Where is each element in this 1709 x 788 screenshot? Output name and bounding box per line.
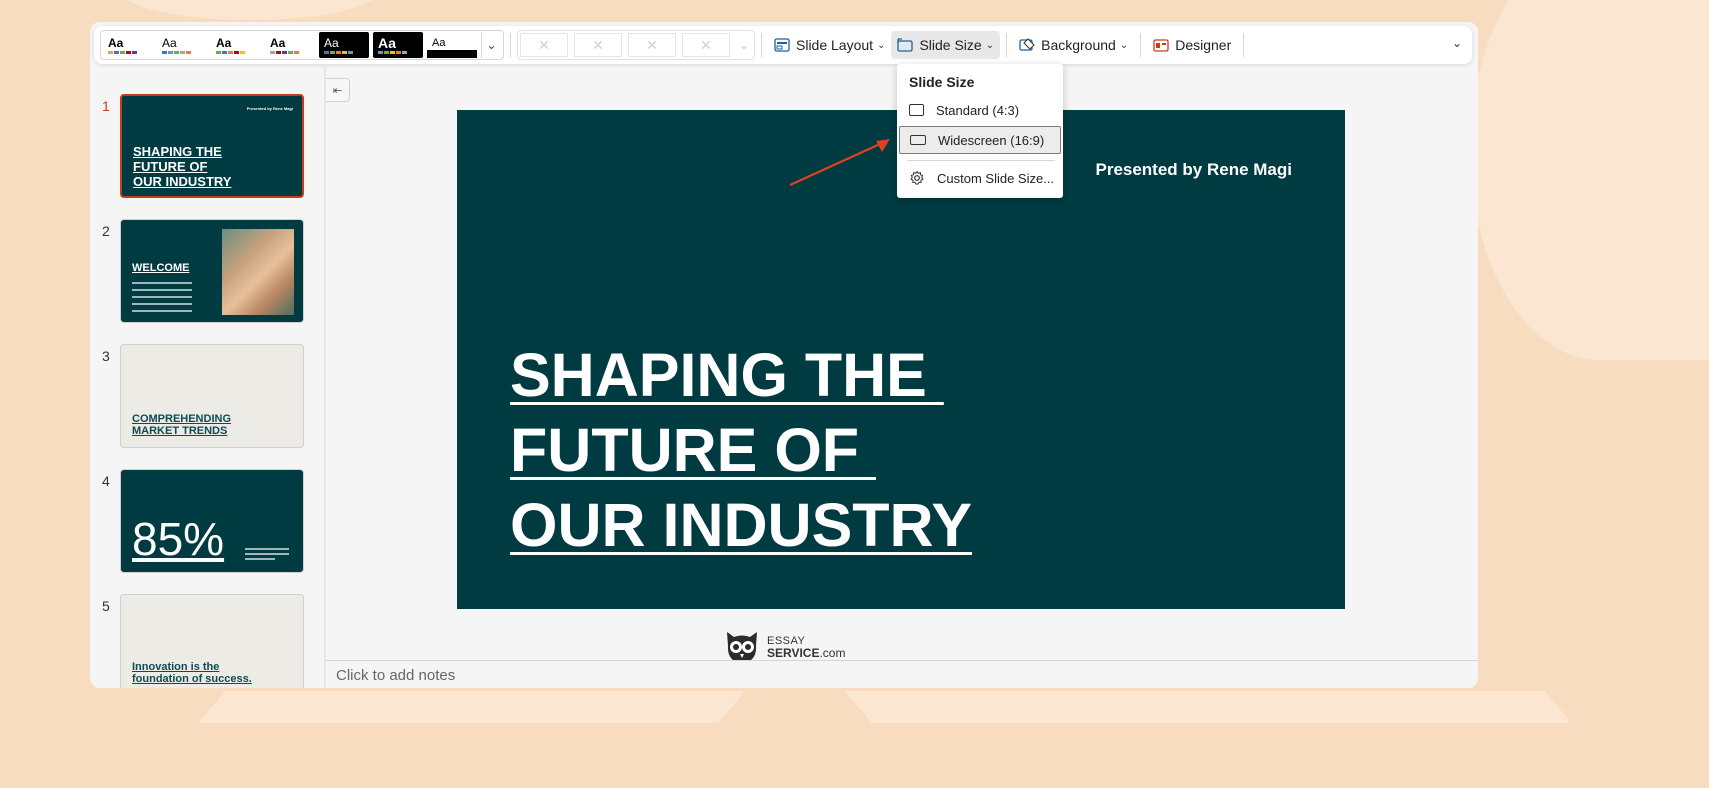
dropdown-separator [907, 160, 1055, 161]
gear-icon [910, 170, 924, 185]
slide-number: 2 [102, 223, 110, 239]
powerpoint-window: Aa Aa Aa Aa Aa Aa Aa ⌄ ✕ ✕ ✕ ✕ ⌄ Slide L… [90, 22, 1478, 688]
background-blob-right [1470, 0, 1709, 360]
thumbnail-body-lines [132, 282, 192, 317]
designer-label: Designer [1175, 37, 1232, 53]
slide-thumbnail-4[interactable]: 85% [120, 469, 304, 573]
theme-sample-text: Aa [270, 35, 286, 50]
slide-number: 3 [102, 348, 110, 364]
pane-divider [324, 66, 326, 688]
variant-option-3: ✕ [628, 33, 676, 57]
theme-option-4[interactable]: Aa [265, 32, 315, 58]
chevron-down-icon: ⌄ [486, 38, 497, 52]
designer-icon [1153, 39, 1169, 52]
thumbnail-title: SHAPING THE FUTURE OF OUR INDUSTRY [133, 144, 232, 189]
variant-option-1: ✕ [520, 33, 568, 57]
slide-layout-label: Slide Layout [796, 37, 874, 53]
variant-gallery: ✕ ✕ ✕ ✕ ⌄ [517, 30, 755, 60]
collapse-thumbnails-button[interactable]: ⇤ [326, 78, 350, 102]
ribbon-separator [1140, 33, 1142, 57]
ribbon-separator [1006, 33, 1008, 57]
slide-thumbnail-3[interactable]: COMPREHENDING MARKET TRENDS [120, 344, 304, 448]
thumbnail-title: WELCOME [132, 262, 190, 274]
ribbon-separator [510, 33, 511, 57]
collapse-pane-icon: ⇤ [332, 84, 343, 97]
design-ribbon: Aa Aa Aa Aa Aa Aa Aa ⌄ ✕ ✕ ✕ ✕ ⌄ Slide L… [94, 26, 1472, 64]
slide-size-dropdown: Slide Size Standard (4:3) Widescreen (16… [897, 64, 1063, 198]
chevron-down-icon: ⌄ [739, 39, 749, 52]
slide-thumbnail-pane: 1 Presented by Rene Magi SHAPING THE FUT… [90, 66, 324, 688]
theme-sample-text: Aa [162, 35, 177, 50]
chevron-down-icon: ⌄ [1119, 39, 1129, 51]
notes-field[interactable]: Click to add notes [326, 660, 1478, 688]
background-bottom-shapes [0, 683, 1568, 723]
ribbon-expand-chevron-icon[interactable]: ⌄ [1452, 36, 1462, 50]
slide-thumbnail-1[interactable]: Presented by Rene Magi SHAPING THE FUTUR… [120, 94, 304, 198]
thumbnail-title: Innovation is the foundation of success. [132, 661, 252, 685]
option-label: Widescreen (16:9) [938, 132, 1045, 148]
thumbnail-caption-lines [245, 548, 289, 560]
option-label: Standard (4:3) [936, 102, 1020, 118]
theme-option-2[interactable]: Aa [157, 32, 207, 58]
thumbnail-statistic: 85% [132, 513, 225, 565]
widescreen-16-9-option[interactable]: Widescreen (16:9) [899, 126, 1061, 154]
dropdown-header: Slide Size [909, 74, 975, 90]
standard-slide-icon [909, 104, 924, 116]
thumbnail-title: COMPREHENDING MARKET TRENDS [132, 413, 232, 437]
slide-title[interactable]: SHAPING THE FUTURE OF OUR INDUSTRY [510, 338, 972, 563]
theme-sample-text: Aa [216, 35, 232, 50]
thumbnail-presenter: Presented by Rene Magi [246, 106, 293, 111]
slide-thumbnail-5[interactable]: Innovation is the foundation of success. [120, 594, 304, 688]
ribbon-separator [1243, 33, 1245, 57]
slide-number: 1 [102, 98, 110, 114]
theme-option-6[interactable]: Aa [373, 32, 423, 58]
theme-sample-text: Aa [432, 36, 446, 49]
slide-size-icon [897, 38, 914, 52]
slide-size-label: Slide Size [919, 37, 982, 53]
background-blob-top [120, 0, 380, 20]
variant-option-4: ✕ [682, 33, 730, 57]
theme-option-5[interactable]: Aa [319, 32, 369, 58]
option-label: Custom Slide Size... [937, 170, 1055, 186]
theme-sample-text: Aa [108, 35, 124, 50]
slide-number: 4 [102, 473, 110, 489]
watermark-text: ESSAY SERVICE.com [767, 635, 846, 660]
designer-button[interactable]: Designer [1147, 31, 1237, 59]
slide-layout-icon [774, 38, 790, 52]
chevron-down-icon: ⌄ [985, 39, 995, 51]
format-background-icon [1019, 38, 1035, 51]
slide-number: 5 [102, 598, 110, 614]
widescreen-slide-icon [910, 135, 926, 145]
slide-size-button[interactable]: Slide Size ⌄ [891, 31, 1001, 59]
theme-option-1[interactable]: Aa [103, 32, 153, 58]
theme-option-3[interactable]: Aa [211, 32, 261, 58]
background-button[interactable]: Background ⌄ [1013, 31, 1134, 59]
slide-layout-button[interactable]: Slide Layout ⌄ [768, 31, 891, 59]
theme-gallery-more-button[interactable]: ⌄ [481, 32, 501, 58]
standard-4-3-option[interactable]: Standard (4:3) [899, 96, 1061, 124]
theme-gallery: Aa Aa Aa Aa Aa Aa Aa ⌄ [100, 30, 504, 60]
custom-slide-size-option[interactable]: Custom Slide Size... [899, 164, 1061, 192]
theme-option-7[interactable]: Aa [427, 32, 477, 58]
chevron-down-icon: ⌄ [877, 39, 886, 51]
variant-option-2: ✕ [574, 33, 622, 57]
theme-sample-text: Aa [324, 35, 339, 50]
ribbon-separator [761, 33, 762, 57]
slide-thumbnail-2[interactable]: WELCOME [120, 219, 304, 323]
background-label: Background [1041, 37, 1116, 53]
slide-presenter-text[interactable]: Presented by Rene Magi [1095, 160, 1292, 180]
thumbnail-photo [222, 229, 294, 315]
theme-sample-text: Aa [378, 34, 396, 51]
